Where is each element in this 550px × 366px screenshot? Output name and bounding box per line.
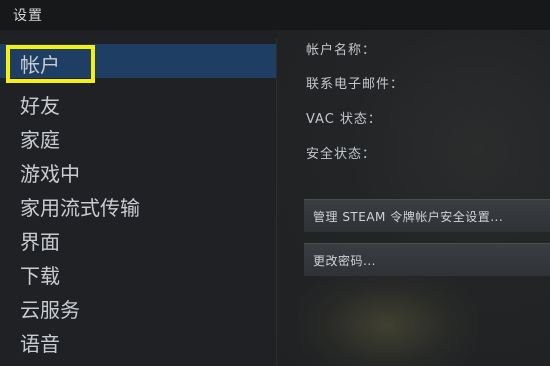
vac-status-label: VAC 状态： (306, 112, 382, 127)
sidebar-item-in-game[interactable]: 游戏中 (0, 153, 276, 187)
sidebar-item-label: 语音 (20, 332, 60, 356)
sidebar-item-label: 下载 (20, 264, 60, 288)
title-bar[interactable]: 设置 (0, 0, 550, 30)
sidebar-item-interface[interactable]: 界面 (0, 221, 276, 255)
window-title: 设置 (13, 8, 43, 24)
security-status-label: 安全状态： (306, 147, 377, 162)
account-name-label: 帐户名称： (306, 43, 377, 58)
background-glow (297, 270, 477, 366)
sidebar-item-label: 游戏中 (20, 162, 80, 186)
sidebar-item-cloud[interactable]: 云服务 (0, 289, 276, 323)
change-password-label: 更改密码... (313, 254, 376, 268)
sidebar-item-label: 界面 (20, 230, 60, 254)
sidebar-item-label: 好友 (20, 94, 60, 118)
sidebar-item-label: 家用流式传输 (20, 196, 140, 220)
annotation-highlight-box (6, 45, 95, 83)
sidebar-item-family[interactable]: 家庭 (0, 119, 276, 153)
sidebar-item-label: 云服务 (20, 298, 80, 322)
manage-steam-guard-button[interactable]: 管理 STEAM 令牌帐户安全设置... (304, 199, 550, 232)
sidebar-item-friends[interactable]: 好友 (0, 85, 276, 119)
account-settings-panel: 帐户名称： 联系电子邮件： VAC 状态： 安全状态： 管理 STEAM 令牌帐… (277, 30, 550, 366)
sidebar-item-home-streaming[interactable]: 家用流式传输 (0, 187, 276, 221)
manage-steam-guard-label: 管理 STEAM 令牌帐户安全设置... (313, 210, 504, 224)
sidebar-item-downloads[interactable]: 下载 (0, 255, 276, 289)
sidebar-item-voice[interactable]: 语音 (0, 323, 276, 357)
settings-sidebar: 帐户 好友 家庭 游戏中 家用流式传输 界面 下载 云服务 语音 (0, 38, 277, 366)
change-password-button[interactable]: 更改密码... (304, 243, 550, 276)
sidebar-item-label: 家庭 (20, 128, 60, 152)
contact-email-label: 联系电子邮件： (306, 77, 405, 92)
settings-window: 设置 帐户 好友 家庭 游戏中 家用流式传输 界面 下载 云服务 语音 帐户名称… (0, 0, 550, 366)
